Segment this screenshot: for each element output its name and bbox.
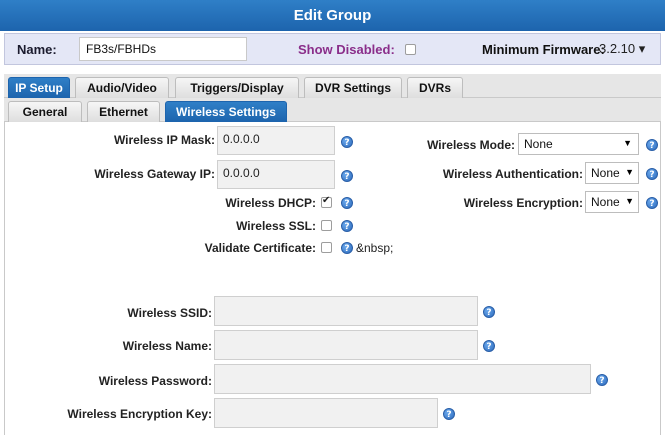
wireless-ssid-input[interactable] xyxy=(214,296,478,326)
wireless-name-input[interactable] xyxy=(214,330,478,360)
wireless-ssl-label: Wireless SSL: xyxy=(236,219,316,233)
help-icon[interactable]: ? xyxy=(483,306,495,318)
wireless-gateway-ip-label: Wireless Gateway IP: xyxy=(94,167,215,181)
sub-tab-bar: General Ethernet Wireless Settings xyxy=(4,98,661,122)
validate-certificate-suffix: &nbsp; xyxy=(356,241,394,255)
wireless-settings-form: Wireless IP Mask: 0.0.0.0 ? Wireless Gat… xyxy=(4,122,661,435)
wireless-authentication-select[interactable]: None ▼ xyxy=(585,162,639,184)
wireless-password-input[interactable] xyxy=(214,364,591,394)
name-label: Name: xyxy=(17,42,57,57)
wireless-encryption-label: Wireless Encryption: xyxy=(463,196,583,210)
wireless-encryption-key-input[interactable] xyxy=(214,398,438,428)
help-icon[interactable]: ? xyxy=(341,197,353,209)
wireless-name-label: Wireless Name: xyxy=(122,339,212,353)
help-icon[interactable]: ? xyxy=(646,168,658,180)
help-icon[interactable]: ? xyxy=(646,139,658,151)
wireless-authentication-label: Wireless Authentication: xyxy=(442,167,583,181)
wireless-authentication-value: None xyxy=(591,166,620,180)
help-icon[interactable]: ? xyxy=(443,408,455,420)
show-disabled-label: Show Disabled: xyxy=(298,42,395,57)
minimum-firmware-label: Minimum Firmware: xyxy=(482,42,605,57)
help-icon[interactable]: ? xyxy=(341,170,353,182)
wireless-ip-mask-label: Wireless IP Mask: xyxy=(113,133,215,147)
wireless-mode-label: Wireless Mode: xyxy=(427,138,515,152)
help-icon[interactable]: ? xyxy=(341,220,353,232)
wireless-encryption-select[interactable]: None ▼ xyxy=(585,191,639,213)
minimum-firmware-select[interactable]: 3.2.10 ▾ xyxy=(599,41,645,57)
wireless-dhcp-checkbox[interactable] xyxy=(321,195,332,208)
help-icon[interactable]: ? xyxy=(646,197,658,209)
validate-certificate-label: Validate Certificate: xyxy=(204,241,316,255)
wireless-ssl-checkbox[interactable] xyxy=(321,220,332,231)
help-icon[interactable]: ? xyxy=(483,340,495,352)
wireless-mode-value: None xyxy=(524,137,553,151)
wireless-gateway-ip-input[interactable]: 0.0.0.0 xyxy=(217,160,335,189)
help-icon[interactable]: ? xyxy=(596,374,608,386)
wireless-encryption-value: None xyxy=(591,195,620,209)
wireless-mode-select[interactable]: None ▼ xyxy=(518,133,639,155)
wireless-ip-mask-input[interactable]: 0.0.0.0 xyxy=(217,126,335,155)
group-header: Name: FB3s/FBHDs Show Disabled: Minimum … xyxy=(4,33,661,65)
wireless-encryption-key-label: Wireless Encryption Key: xyxy=(67,407,212,421)
tab-ip-setup[interactable]: IP Setup xyxy=(8,77,70,98)
group-name-input[interactable]: FB3s/FBHDs xyxy=(79,37,247,61)
chevron-down-icon: ▼ xyxy=(625,167,634,177)
wireless-dhcp-label: Wireless DHCP: xyxy=(225,196,316,210)
chevron-down-icon: ▼ xyxy=(625,196,634,206)
show-disabled-checkbox[interactable] xyxy=(405,44,416,55)
subtab-wireless-settings[interactable]: Wireless Settings xyxy=(165,101,287,122)
dialog-title: Edit Group xyxy=(0,0,665,31)
tab-dvrs[interactable]: DVRs xyxy=(407,77,463,98)
chevron-down-icon: ▼ xyxy=(623,138,632,148)
main-tab-bar: IP Setup Audio/Video Triggers/Display DV… xyxy=(4,74,661,98)
tab-dvr-settings[interactable]: DVR Settings xyxy=(304,77,402,98)
subtab-ethernet[interactable]: Ethernet xyxy=(87,101,160,122)
validate-certificate-checkbox[interactable] xyxy=(321,242,332,253)
help-icon[interactable]: ? xyxy=(341,136,353,148)
help-icon[interactable]: ? xyxy=(341,242,353,254)
tab-triggers-display[interactable]: Triggers/Display xyxy=(175,77,299,98)
subtab-general[interactable]: General xyxy=(8,101,82,122)
tab-audio-video[interactable]: Audio/Video xyxy=(75,77,169,98)
wireless-ssid-label: Wireless SSID: xyxy=(127,306,212,320)
wireless-password-label: Wireless Password: xyxy=(98,374,212,388)
